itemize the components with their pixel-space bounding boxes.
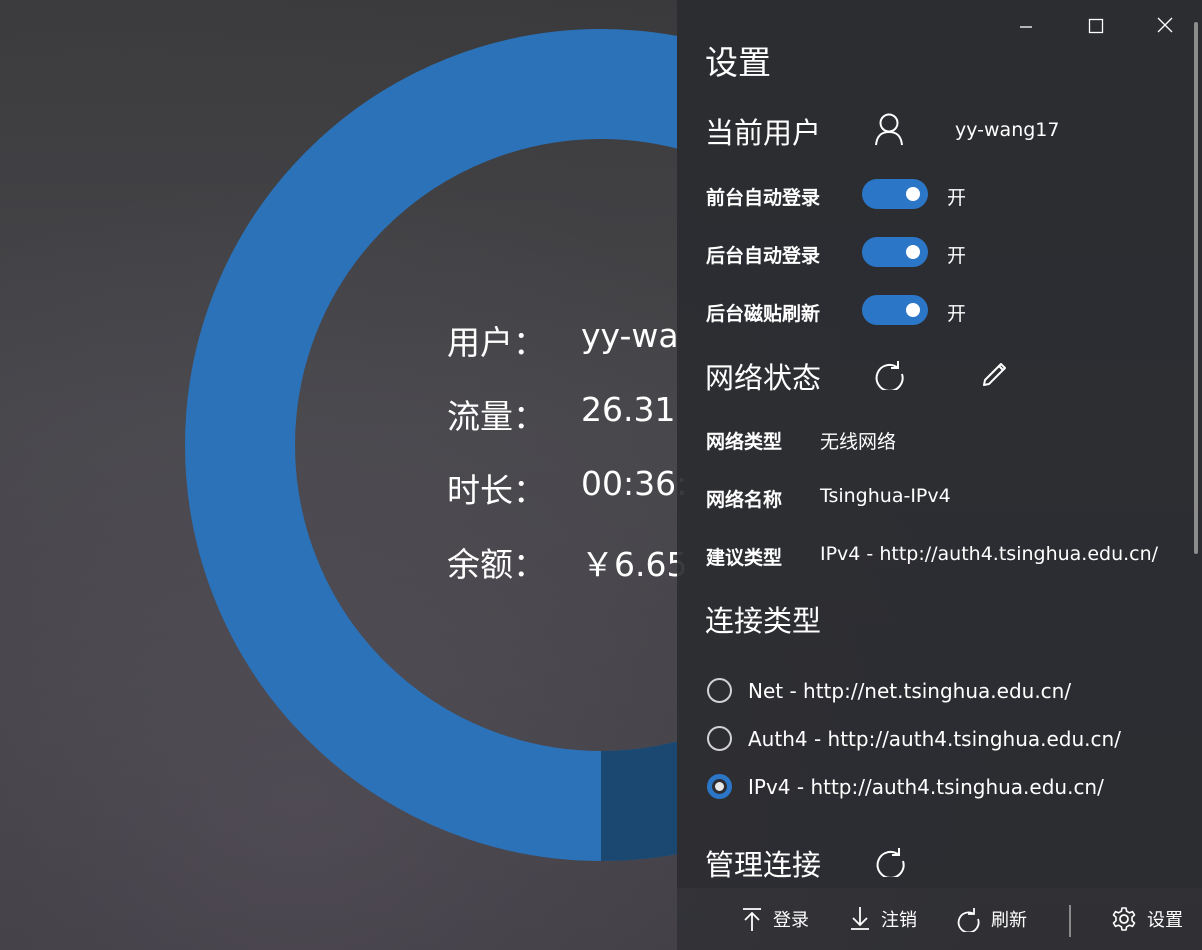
gear-icon [1112,907,1136,931]
login-button[interactable]: 登录 [741,888,809,950]
settings-label: 设置 [1147,910,1183,931]
close-button[interactable] [1151,12,1181,42]
toggle-foreground-login-label: 前台自动登录 [706,187,821,209]
settings-title: 设置 [705,43,771,82]
info-user-value: yy-wa [581,316,679,355]
info-user-key: 用户： [447,323,546,362]
refresh-button[interactable]: 刷新 [955,888,1027,950]
toggle-knob [906,303,920,317]
toggle-foreground-login-state: 开 [947,187,967,209]
network-type-value: 无线网络 [820,431,897,453]
usage-ring [185,29,677,861]
network-status-heading: 网络状态 [705,361,822,395]
minimize-button[interactable] [1011,12,1041,42]
toggle-background-login-label: 后台自动登录 [706,245,821,267]
info-traffic-key: 流量： [447,397,546,436]
logout-label: 注销 [881,910,917,931]
person-icon [875,113,903,146]
info-balance-value: ￥6.65 [581,545,688,584]
radio-dot [715,782,724,791]
current-username: yy-wang17 [955,119,1060,141]
toggle-background-login[interactable] [862,237,928,267]
suggested-type-label: 建议类型 [706,547,783,569]
command-separator [1069,905,1071,937]
pencil-icon[interactable] [978,356,1012,390]
logout-button[interactable]: 注销 [849,888,917,950]
radio-ipv4[interactable] [707,774,732,799]
radio-ipv4-label[interactable]: IPv4 - http://auth4.tsinghua.edu.cn/ [748,775,1104,799]
usage-ring-used [600,741,677,861]
toggle-tile-refresh-label: 后台磁贴刷新 [706,303,821,325]
toggle-foreground-login[interactable] [862,179,928,209]
radio-net[interactable] [707,678,732,703]
toggle-tile-refresh[interactable] [862,295,928,325]
usage-ring-track [185,29,677,861]
info-traffic-value: 26.31 [581,390,676,429]
arrow-up-icon [743,908,761,931]
arrow-down-icon [851,907,869,930]
network-refresh-icon[interactable] [873,356,907,390]
maximize-icon [1088,18,1104,34]
network-name-value: Tsinghua-IPv4 [820,485,951,507]
toggle-tile-refresh-state: 开 [947,303,967,325]
radio-auth4-label[interactable]: Auth4 - http://auth4.tsinghua.edu.cn/ [748,727,1121,751]
radio-auth4[interactable] [707,726,732,751]
maximize-button[interactable] [1081,12,1111,42]
manage-connections-heading: 管理连接 [705,848,822,882]
manage-refresh-icon[interactable] [874,843,908,877]
connection-type-heading: 连接类型 [705,604,822,638]
toggle-knob [906,245,920,259]
network-type-label: 网络类型 [706,431,783,453]
radio-net-label[interactable]: Net - http://net.tsinghua.edu.cn/ [748,679,1071,703]
refresh-icon [957,908,980,932]
login-label: 登录 [773,910,809,931]
refresh-label: 刷新 [991,910,1027,931]
toggle-knob [906,187,920,201]
info-duration-value: 00:36: [581,464,688,503]
settings-panel: 设置 当前用户 yy-wang17 前台自动登录 开 后台自动登录 开 后台磁贴… [677,0,1202,888]
settings-scrollbar[interactable] [1194,22,1198,554]
command-bar: 登录 注销 刷新 设置 [677,888,1202,950]
info-balance-key: 余额： [447,545,546,584]
suggested-type-value: IPv4 - http://auth4.tsinghua.edu.cn/ [820,543,1159,565]
info-duration-key: 时长： [447,471,546,510]
close-icon [1157,17,1173,33]
network-name-label: 网络名称 [706,489,783,511]
toggle-background-login-state: 开 [947,245,967,267]
settings-button[interactable]: 设置 [1111,888,1183,950]
minimize-icon [1020,26,1032,28]
current-user-heading: 当前用户 [705,116,822,150]
